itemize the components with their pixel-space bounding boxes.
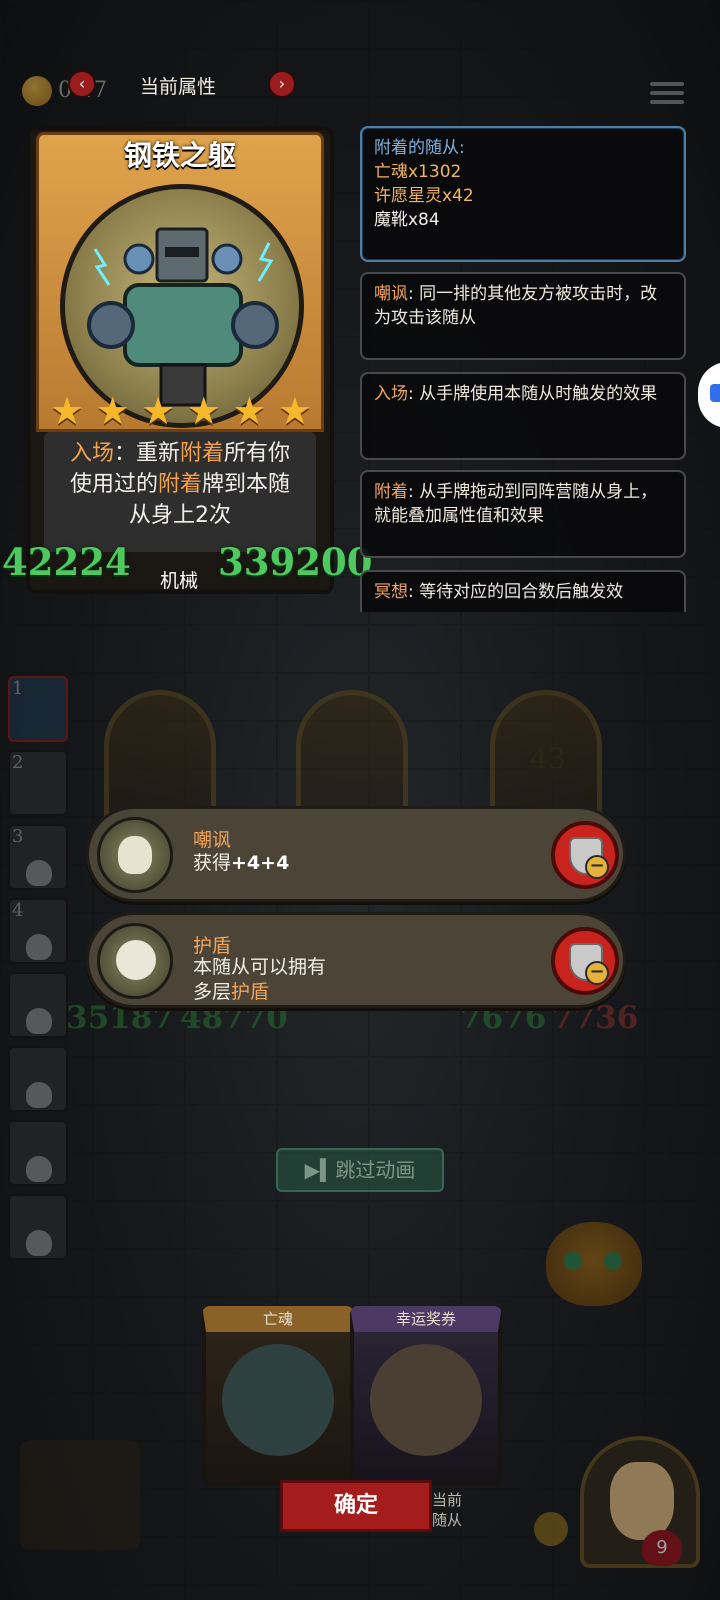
keyword-panel-taunt: 嘲讽: 同一排的其他友方被攻击时，改为攻击该随从 (360, 272, 686, 360)
ghost-art (222, 1344, 334, 1456)
attached-minions-panel: 附着的随从: 亡魂x1302 许愿星灵x42 魔靴x84 (360, 126, 686, 262)
remove-shield-button[interactable]: − (551, 927, 619, 995)
shield-bubble-icon (97, 923, 173, 999)
card-description: 入场：重新附着所有你 使用过的附着牌到本随 从身上2次 (44, 432, 316, 552)
skip-animation-button[interactable]: ▶▍跳过动画 (276, 1148, 444, 1192)
star-icon: ★ (95, 389, 130, 433)
star-icon: ★ (232, 389, 267, 433)
attached-item: 魔靴x84 (374, 210, 440, 230)
attached-item: 许愿星灵x42 (374, 186, 474, 206)
hero-card: 钢铁之躯 ★ ★ ★ ★ ★ ★ 入场：重新附着所有你 使用过的附着牌到本随 从… (26, 126, 334, 594)
keyword-panel-meditate: 冥想: 等待对应的回合数后触发效 (360, 570, 686, 612)
reward-card[interactable]: 幸运奖券 (350, 1306, 502, 1486)
minus-icon: − (585, 855, 609, 879)
star-icon: ★ (50, 389, 85, 433)
reward-card[interactable]: 亡魂 (202, 1306, 354, 1486)
attack-stat: 42224 (2, 540, 131, 584)
coin-icon (22, 76, 52, 106)
keyword-popup-taunt: 嘲讽 获得+4+4 − (86, 806, 626, 902)
current-minion-tag: 当前 随从 (432, 1491, 463, 1529)
star-icon: ★ (186, 389, 221, 433)
ticket-art (370, 1344, 482, 1456)
remove-taunt-button[interactable]: − (551, 821, 619, 889)
menu-icon[interactable] (650, 82, 684, 108)
health-stat: 339200 (218, 540, 373, 584)
chevron-right-icon[interactable]: › (268, 70, 296, 98)
keyword-popup-shield: 护盾 本随从可以拥有 多层护盾 − (86, 912, 626, 1008)
robot-art (87, 227, 279, 407)
star-icon: ★ (277, 389, 312, 433)
confirm-button[interactable]: 确定 (280, 1480, 432, 1532)
chat-icon (710, 384, 720, 402)
top-bar: 0 17 ‹ 当前属性 › (0, 60, 720, 116)
minus-icon: − (585, 961, 609, 985)
card-type: 机械 (160, 570, 199, 592)
keyword-panel-attach: 附着: 从手牌拖动到同阵营随从身上，就能叠加属性值和效果 (360, 470, 686, 558)
attached-item: 亡魂x1302 (374, 162, 462, 182)
star-rating: ★ ★ ★ ★ ★ ★ (50, 392, 312, 432)
chevron-left-icon[interactable]: ‹ (68, 70, 96, 98)
page-title: 当前属性 (140, 76, 217, 98)
card-name: 钢铁之躯 (123, 139, 236, 172)
star-icon: ★ (141, 389, 176, 433)
taunt-skull-icon (97, 817, 173, 893)
keyword-panel-entry: 入场: 从手牌使用本随从时触发的效果 (360, 372, 686, 460)
